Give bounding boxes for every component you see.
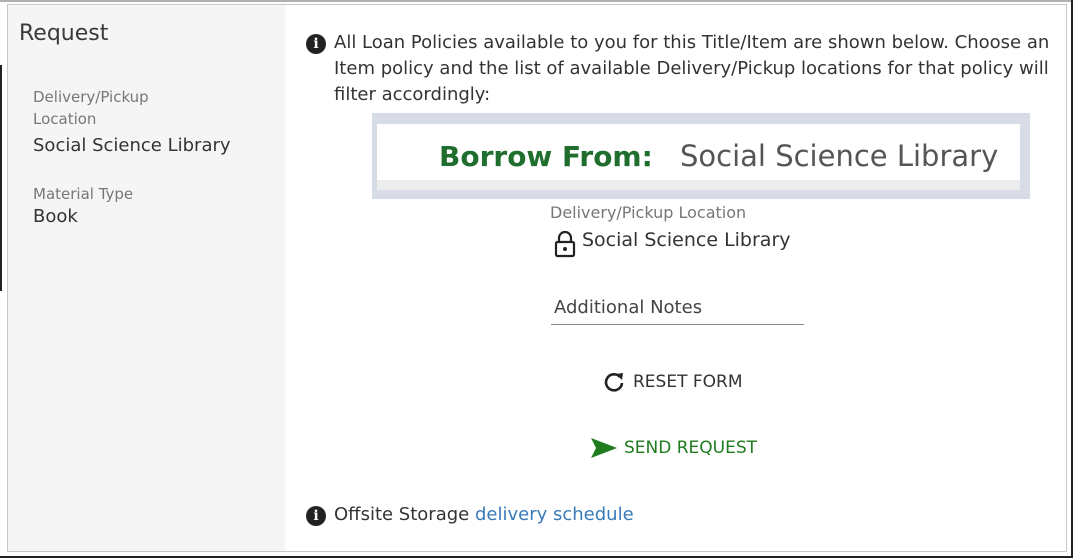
additional-notes-input[interactable]	[551, 290, 804, 325]
borrow-from-selector[interactable]: Borrow From: Social Science Library	[372, 113, 1030, 199]
pickup-location-value: Social Science Library	[582, 229, 791, 251]
window-top-border	[0, 0, 1073, 2]
material-type-label: Material Type	[33, 185, 134, 203]
request-form: i All Loan Policies available to you for…	[285, 5, 1066, 551]
send-request-button[interactable]: SEND REQUEST	[590, 433, 757, 463]
send-icon	[591, 438, 617, 458]
offsite-storage-text: Offsite Storage	[334, 504, 470, 525]
delivery-location-value: Social Science Library	[33, 135, 231, 156]
offsite-storage-note: Offsite Storage delivery schedule	[334, 504, 634, 525]
borrow-from-value: Social Science Library	[680, 139, 999, 173]
lock-icon	[554, 230, 576, 258]
info-icon: i	[306, 506, 326, 526]
loan-policy-instructions: All Loan Policies available to you for t…	[334, 32, 1050, 105]
borrow-from-label: Borrow From:	[439, 140, 653, 173]
refresh-icon	[604, 373, 624, 392]
pickup-location-label: Delivery/Pickup Location	[550, 203, 747, 222]
request-sidebar: Request Delivery/Pickup Location Social …	[8, 5, 285, 551]
left-edge-divider	[0, 65, 2, 291]
info-icon: i	[306, 34, 326, 54]
sidebar-title: Request	[19, 21, 109, 46]
reset-form-label: RESET FORM	[633, 372, 743, 392]
request-panel: Request Delivery/Pickup Location Social …	[7, 4, 1067, 552]
material-type-value: Book	[33, 206, 78, 227]
send-request-label: SEND REQUEST	[624, 438, 758, 458]
delivery-location-label: Delivery/Pickup Location	[33, 88, 149, 128]
delivery-schedule-link[interactable]: delivery schedule	[475, 504, 634, 525]
borrow-from-field[interactable]: Borrow From: Social Science Library	[377, 124, 1020, 190]
reset-form-button[interactable]: RESET FORM	[603, 367, 743, 397]
